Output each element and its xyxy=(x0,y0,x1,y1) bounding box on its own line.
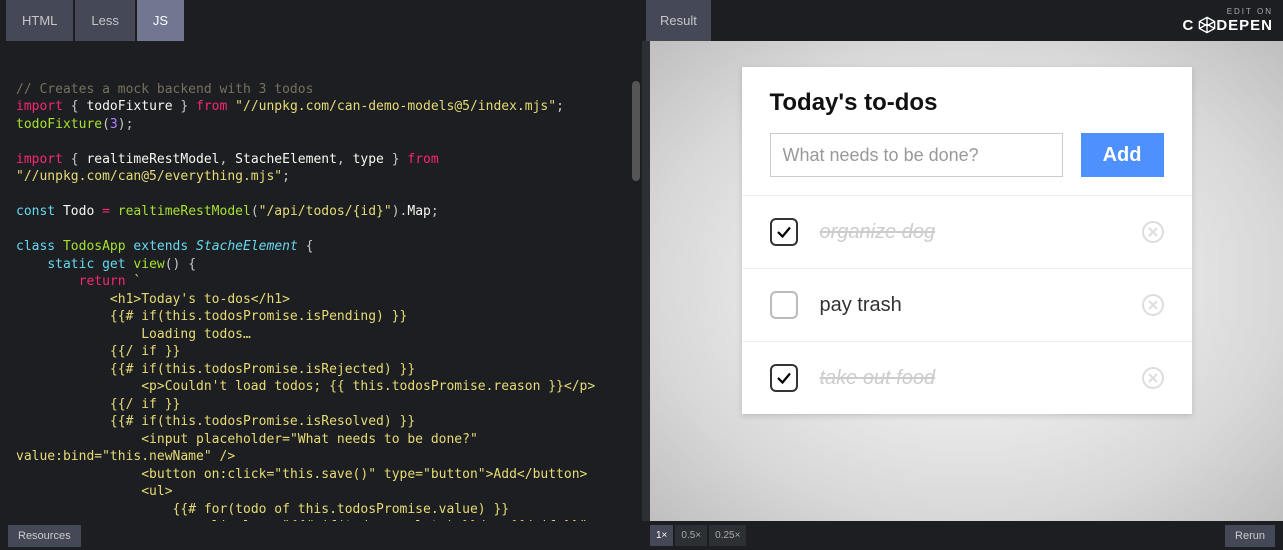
code-tpl: {{# if(this.todosPromise.isResolved) }} xyxy=(110,414,415,429)
todo-checkbox[interactable] xyxy=(770,218,798,246)
tab-less[interactable]: Less xyxy=(75,0,134,41)
code-fn: todoFixture xyxy=(16,117,102,132)
code-tpl: Loading todos… xyxy=(141,327,251,342)
todo-item: take out food xyxy=(742,341,1192,414)
code-tpl: <button on:click="this.save()" type="but… xyxy=(141,467,587,482)
todo-checkbox[interactable] xyxy=(770,291,798,319)
todo-list: organize dog pay trash take xyxy=(742,195,1192,414)
delete-icon[interactable] xyxy=(1142,221,1164,243)
zoom-025x[interactable]: 0.25× xyxy=(709,525,746,546)
code-tpl: value:bind="this.newName" /> xyxy=(16,449,235,464)
code-ident: type xyxy=(353,152,384,167)
code-kw: get xyxy=(102,257,125,272)
todo-label: pay trash xyxy=(820,294,1142,317)
todo-label: organize dog xyxy=(820,221,1142,244)
editor-tabs: HTML Less JS xyxy=(0,0,184,41)
resources-button[interactable]: Resources xyxy=(8,525,81,547)
check-icon xyxy=(775,369,793,387)
code-comment: // Creates a mock backend with 3 todos xyxy=(16,82,313,97)
code-tpl: <ul> xyxy=(141,484,172,499)
code-tpl: <h1>Today's to-dos</h1> xyxy=(110,292,290,307)
code-fn: realtimeRestModel xyxy=(118,204,251,219)
code-tpl: {{# if(this.todosPromise.isRejected) }} xyxy=(110,362,415,377)
codepen-cube-icon xyxy=(1198,16,1216,34)
bottom-bar: Resources 1× 0.5× 0.25× Rerun xyxy=(0,521,1283,550)
code-str: "//unpkg.com/can@5/everything.mjs" xyxy=(16,169,282,184)
code-tpl: {{/ if }} xyxy=(110,397,180,412)
code-kw: from xyxy=(196,99,227,114)
delete-icon[interactable] xyxy=(1142,294,1164,316)
top-bar: HTML Less JS Result EDIT ON CDEPEN xyxy=(0,0,1283,41)
code-ident: Todo xyxy=(63,204,94,219)
input-row: Add xyxy=(770,133,1164,177)
edit-on-label: EDIT ON xyxy=(1227,7,1273,16)
card-title: Today's to-dos xyxy=(770,89,1164,117)
code-str: "/api/todos/{id}" xyxy=(259,204,392,219)
rerun-button[interactable]: Rerun xyxy=(1225,525,1275,547)
code-ident: realtimeRestModel xyxy=(86,152,219,167)
zoom-1x[interactable]: 1× xyxy=(650,525,673,546)
code-kw: import xyxy=(16,99,63,114)
code-editor[interactable]: // Creates a mock backend with 3 todos i… xyxy=(0,41,642,521)
code-ident: StacheElement xyxy=(235,152,337,167)
zoom-05x[interactable]: 0.5× xyxy=(675,525,707,546)
add-button[interactable]: Add xyxy=(1081,133,1164,177)
todo-checkbox[interactable] xyxy=(770,364,798,392)
code-tpl: <input placeholder="What needs to be don… xyxy=(141,432,478,447)
tab-html[interactable]: HTML xyxy=(6,0,73,41)
code-kw: return xyxy=(79,274,126,289)
delete-icon[interactable] xyxy=(1142,367,1164,389)
code-ident: todoFixture xyxy=(86,99,172,114)
code-ident: Map xyxy=(407,204,430,219)
code-kw: from xyxy=(407,152,438,167)
code-kw: import xyxy=(16,152,63,167)
todo-item: organize dog xyxy=(742,195,1192,268)
code-num: 3 xyxy=(110,117,118,132)
code-kw: class xyxy=(16,239,55,254)
code-kw: static xyxy=(47,257,94,272)
main-split: // Creates a mock backend with 3 todos i… xyxy=(0,41,1283,521)
code-tpl: {{# for(todo of this.todosPromise.value)… xyxy=(173,502,510,517)
editor-scrollbar[interactable] xyxy=(632,81,640,181)
new-todo-input[interactable] xyxy=(770,133,1063,177)
code-tpl: <p>Couldn't load todos; {{ this.todosPro… xyxy=(141,379,595,394)
codepen-branding[interactable]: EDIT ON CDEPEN xyxy=(1182,0,1273,41)
code-type: StacheElement xyxy=(196,239,298,254)
zoom-group: 1× 0.5× 0.25× xyxy=(650,521,748,550)
todo-item: pay trash xyxy=(742,268,1192,341)
code-str: "//unpkg.com/can-demo-models@5/index.mjs… xyxy=(235,99,556,114)
tab-js[interactable]: JS xyxy=(137,0,184,41)
tab-result[interactable]: Result xyxy=(646,0,711,41)
code-fn: view xyxy=(133,257,164,272)
code-class: TodosApp xyxy=(63,239,126,254)
todo-card: Today's to-dos Add organize dog xyxy=(742,67,1192,414)
todo-label: take out food xyxy=(820,367,1142,390)
check-icon xyxy=(775,223,793,241)
card-header: Today's to-dos Add xyxy=(742,67,1192,195)
code-kw: const xyxy=(16,204,55,219)
code-tpl: {{# if(this.todosPromise.isPending) }} xyxy=(110,309,407,324)
code-kw: extends xyxy=(133,239,188,254)
code-tpl: {{/ if }} xyxy=(110,344,180,359)
result-pane: Today's to-dos Add organize dog xyxy=(650,41,1283,521)
split-gutter[interactable] xyxy=(642,41,650,521)
codepen-logo: CDEPEN xyxy=(1182,16,1273,34)
